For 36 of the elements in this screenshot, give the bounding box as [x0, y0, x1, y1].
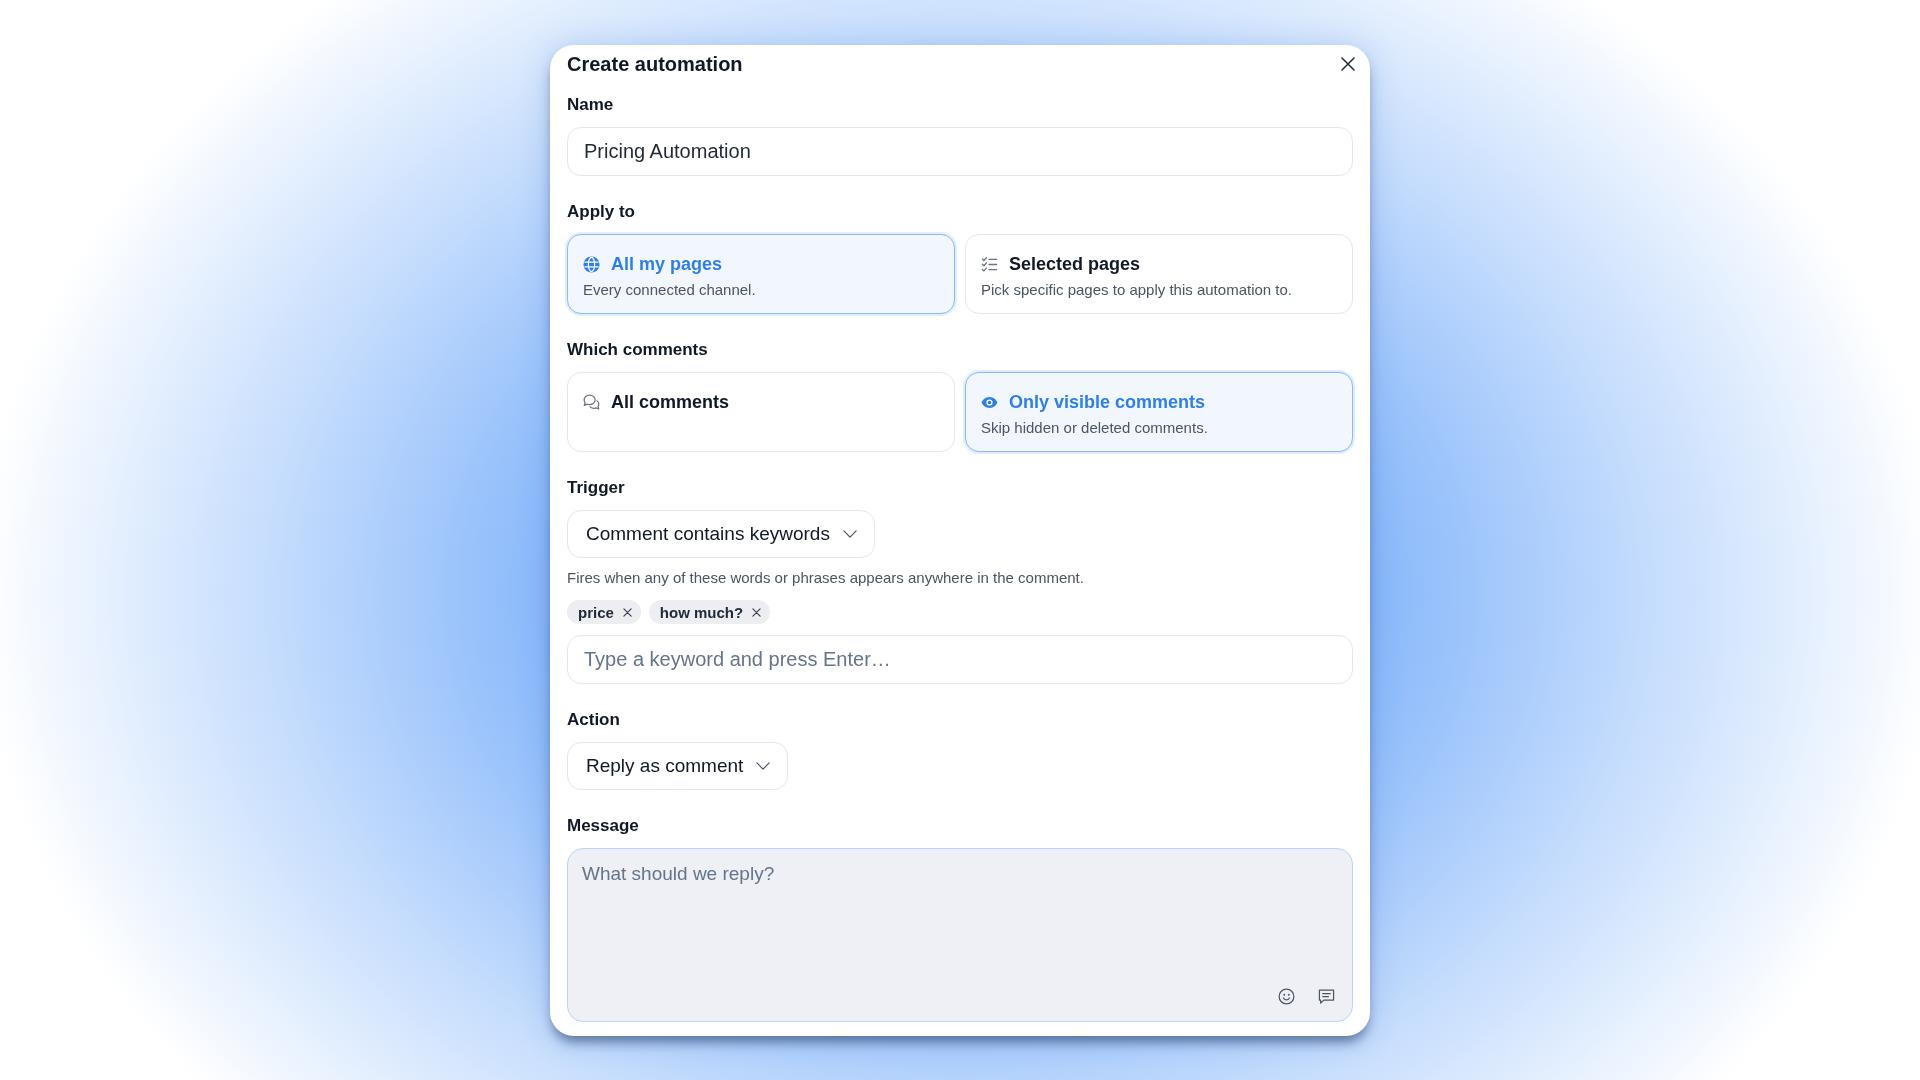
option-card[interactable]: Selected pages Pick specific pages to apply this automation to. [965, 234, 1353, 314]
dialog-title: Create automation [567, 52, 743, 76]
smiley-icon[interactable] [1278, 988, 1295, 1005]
checklist-icon [981, 255, 998, 273]
action-dropdown[interactable]: Reply as comment [567, 742, 789, 790]
message-icon[interactable] [1318, 988, 1335, 1005]
field-label: Which comments [567, 339, 708, 361]
globe-icon [583, 255, 600, 273]
chat-bubbles-icon [583, 393, 600, 411]
field-label: Trigger [567, 477, 625, 499]
field-label: Apply to [567, 201, 635, 223]
option-card[interactable]: All comments [567, 372, 955, 452]
option-card[interactable]: All my pages Every connected channel. [567, 234, 955, 314]
trigger-dropdown[interactable]: Comment contains keywords [567, 510, 875, 558]
name-field[interactable]: Pricing Automation [567, 127, 1353, 176]
option-title: All comments [611, 391, 730, 413]
message-field[interactable]: What should we reply? [567, 848, 1353, 1022]
keyword-field[interactable]: Type a keyword and press Enter… [567, 635, 1353, 684]
field-label: Action [567, 709, 620, 731]
close-icon [1341, 57, 1355, 71]
keyword-text: how much? [659, 603, 744, 621]
field-label: Message [567, 815, 639, 837]
option-description: Every connected channel. [583, 280, 756, 300]
option-description: Skip hidden or deleted comments. [981, 418, 1208, 438]
remove-icon[interactable] [622, 607, 632, 617]
keyword-text: price [578, 603, 614, 621]
option-card[interactable]: Only visible comments Skip hidden or deleted comments. [965, 372, 1353, 452]
help-text: Fires when any of these words or phrases appears anywhere in the comment. [567, 568, 1085, 588]
option-description: Pick specific pages to apply this automation to. [981, 280, 1292, 300]
chevron-down-icon [842, 530, 857, 538]
option-title: Selected pages [1009, 253, 1141, 275]
chevron-down-icon [756, 762, 771, 770]
option-title: All my pages [611, 253, 723, 275]
option-title: Only visible comments [1009, 391, 1206, 413]
field-label: Name [567, 94, 614, 116]
remove-icon[interactable] [752, 607, 762, 617]
